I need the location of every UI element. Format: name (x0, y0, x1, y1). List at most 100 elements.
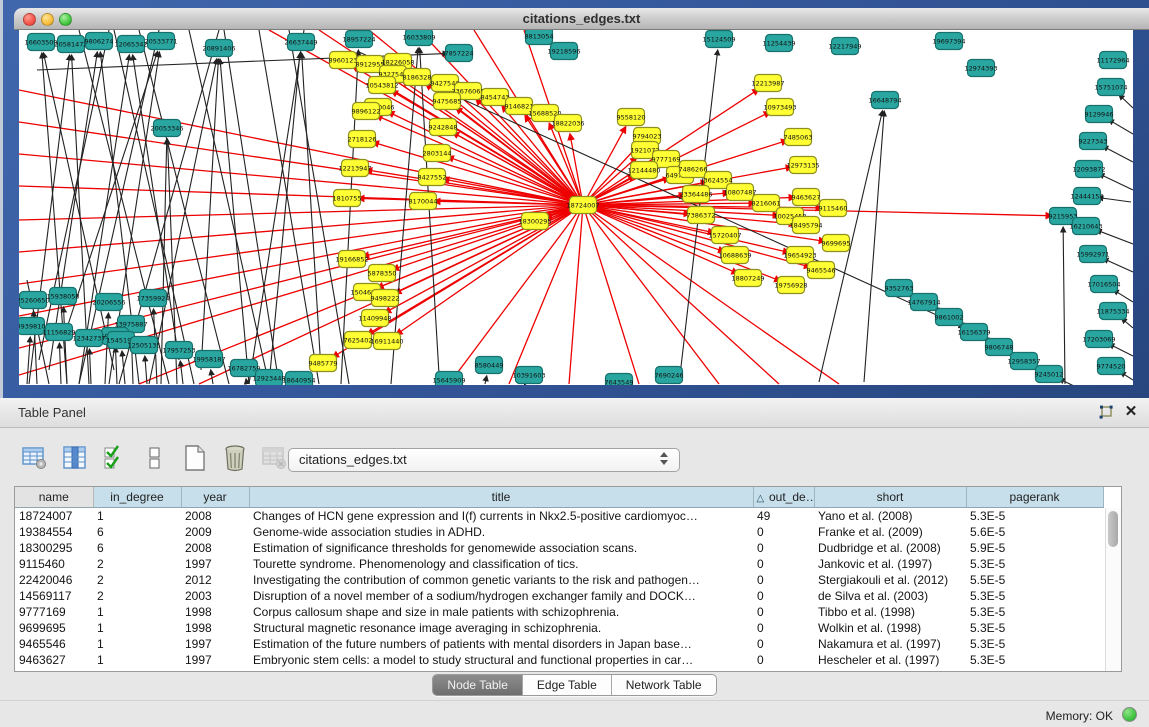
column-header-year[interactable]: year (181, 487, 249, 508)
scrollbar-thumb[interactable] (1108, 511, 1118, 547)
table-cell[interactable]: 1997 (181, 636, 249, 652)
delete-columns-button[interactable] (220, 443, 250, 473)
table-row[interactable]: 1830029562008Estimation of significance … (15, 540, 1103, 556)
show-columns-button[interactable] (60, 443, 90, 473)
tab-network-table[interactable]: Network Table (612, 675, 716, 695)
table-cell[interactable]: 1 (93, 636, 181, 652)
table-cell[interactable]: 5.3E-5 (966, 604, 1103, 620)
table-cell[interactable]: 9699695 (15, 620, 93, 636)
table-cell[interactable]: 2 (93, 572, 181, 588)
table-cell[interactable]: Jankovic et al. (1997) (814, 556, 966, 572)
table-cell[interactable]: 9463627 (15, 652, 93, 668)
column-header-short[interactable]: short (814, 487, 966, 508)
select-all-columns-button[interactable] (100, 443, 130, 473)
table-cell[interactable]: Disruption of a novel member of a sodium… (249, 588, 753, 604)
table-cell[interactable]: 14569117 (15, 588, 93, 604)
table-cell[interactable]: 9777169 (15, 604, 93, 620)
table-cell[interactable]: 49 (753, 508, 814, 525)
close-panel-icon[interactable]: ✕ (1123, 403, 1139, 421)
table-cell[interactable]: 1998 (181, 604, 249, 620)
table-cell[interactable]: 2009 (181, 524, 249, 540)
column-header-pagerank[interactable]: pagerank (966, 487, 1103, 508)
table-row[interactable]: 1938455462009Genome-wide association stu… (15, 524, 1103, 540)
table-cell[interactable]: 0 (753, 652, 814, 668)
column-header-in_degree[interactable]: in_degree (93, 487, 181, 508)
citation-network-graph[interactable]: 1872400718300295896012389129551822605893… (19, 30, 1133, 385)
table-cell[interactable]: Investigating the contribution of common… (249, 572, 753, 588)
table-cell[interactable]: Changes of HCN gene expression and I(f) … (249, 508, 753, 525)
create-column-button[interactable] (180, 443, 210, 473)
table-row[interactable]: 977716911998Corpus callosum shape and si… (15, 604, 1103, 620)
table-cell[interactable]: Wolkin et al. (1998) (814, 620, 966, 636)
table-cell[interactable]: Estimation of significance thresholds fo… (249, 540, 753, 556)
table-cell[interactable]: Franke et al. (2009) (814, 524, 966, 540)
table-cell[interactable]: 6 (93, 524, 181, 540)
tab-edge-table[interactable]: Edge Table (523, 675, 612, 695)
table-cell[interactable]: 19384554 (15, 524, 93, 540)
table-cell[interactable]: Estimation of the future numbers of pati… (249, 636, 753, 652)
table-row[interactable]: 1872400712008Changes of HCN gene express… (15, 508, 1103, 525)
table-cell[interactable]: 0 (753, 604, 814, 620)
table-row[interactable]: 1456911722003Disruption of a novel membe… (15, 588, 1103, 604)
table-cell[interactable]: 5.3E-5 (966, 556, 1103, 572)
table-cell[interactable]: 5.6E-5 (966, 524, 1103, 540)
table-cell[interactable]: 2 (93, 588, 181, 604)
table-cell[interactable]: Tourette syndrome. Phenomenology and cla… (249, 556, 753, 572)
table-cell[interactable]: 6 (93, 540, 181, 556)
table-cell[interactable]: Nakamura et al. (1997) (814, 636, 966, 652)
table-vertical-scrollbar[interactable] (1105, 508, 1121, 671)
table-cell[interactable]: 1998 (181, 620, 249, 636)
table-cell[interactable]: 5.9E-5 (966, 540, 1103, 556)
table-cell[interactable]: 0 (753, 636, 814, 652)
table-cell[interactable]: Genome-wide association studies in ADHD. (249, 524, 753, 540)
column-header-name[interactable]: name (15, 487, 93, 508)
table-cell[interactable]: 2012 (181, 572, 249, 588)
tab-node-table[interactable]: Node Table (433, 675, 523, 695)
network-window-titlebar[interactable]: citations_edges.txt (14, 8, 1149, 30)
table-row[interactable]: 969969511998Structural magnetic resonanc… (15, 620, 1103, 636)
table-cell[interactable]: 5.3E-5 (966, 620, 1103, 636)
table-row[interactable]: 946554611997Estimation of the future num… (15, 636, 1103, 652)
float-panel-icon[interactable] (1097, 404, 1115, 422)
table-row[interactable]: 911546021997Tourette syndrome. Phenomeno… (15, 556, 1103, 572)
table-cell[interactable]: 1 (93, 652, 181, 668)
table-cell[interactable]: Tibbo et al. (1998) (814, 604, 966, 620)
table-cell[interactable]: 1997 (181, 556, 249, 572)
table-cell[interactable]: de Silva et al. (2003) (814, 588, 966, 604)
table-cell[interactable]: 1 (93, 620, 181, 636)
table-cell[interactable]: 5.3E-5 (966, 508, 1103, 525)
column-header-out_de[interactable]: △ out_de… (753, 487, 814, 508)
table-cell[interactable]: Yano et al. (2008) (814, 508, 966, 525)
node-table[interactable]: namein_degreeyeartitle△ out_de…shortpage… (14, 486, 1122, 672)
table-cell[interactable]: 5.3E-5 (966, 652, 1103, 668)
unselect-all-columns-button[interactable] (140, 443, 170, 473)
table-cell[interactable]: 0 (753, 588, 814, 604)
table-selector-dropdown[interactable]: citations_edges.txt (288, 448, 680, 472)
delete-table-button-disabled[interactable] (260, 443, 290, 473)
table-cell[interactable]: 9115460 (15, 556, 93, 572)
table-cell[interactable]: Stergiakouli et al. (2012) (814, 572, 966, 588)
table-cell[interactable]: 1 (93, 604, 181, 620)
table-cell[interactable]: 9465546 (15, 636, 93, 652)
table-cell[interactable]: 2 (93, 556, 181, 572)
table-cell[interactable]: Embryonic stem cells: a model to study s… (249, 652, 753, 668)
table-cell[interactable]: 0 (753, 556, 814, 572)
table-cell[interactable]: 18300295 (15, 540, 93, 556)
table-row[interactable]: 946362711997Embryonic stem cells: a mode… (15, 652, 1103, 668)
node-table-grid[interactable]: namein_degreeyeartitle△ out_de…shortpage… (15, 487, 1104, 668)
table-cell[interactable]: 2008 (181, 508, 249, 525)
memory-status-indicator[interactable] (1122, 707, 1137, 722)
table-row[interactable]: 2242004622012Investigating the contribut… (15, 572, 1103, 588)
table-cell[interactable]: Corpus callosum shape and size in male p… (249, 604, 753, 620)
table-cell[interactable]: 5.3E-5 (966, 636, 1103, 652)
column-header-title[interactable]: title (249, 487, 753, 508)
table-cell[interactable]: 1 (93, 508, 181, 525)
table-cell[interactable]: 2003 (181, 588, 249, 604)
table-cell[interactable]: 2008 (181, 540, 249, 556)
network-canvas[interactable]: 1872400718300295896012389129551822605893… (19, 30, 1133, 385)
table-mode-button[interactable] (20, 443, 50, 473)
table-cell[interactable]: 18724007 (15, 508, 93, 525)
table-cell[interactable]: Hescheler et al. (1997) (814, 652, 966, 668)
table-cell[interactable]: 22420046 (15, 572, 93, 588)
table-cell[interactable]: 5.3E-5 (966, 588, 1103, 604)
